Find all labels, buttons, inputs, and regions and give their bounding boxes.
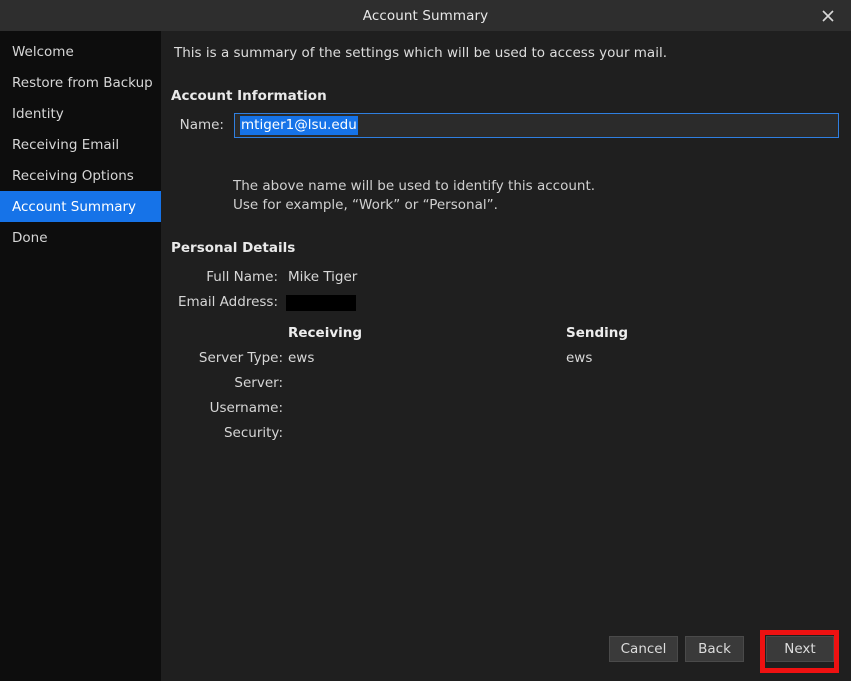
sidebar-item-label: Identity [12, 105, 64, 122]
email-address-label: Email Address: [177, 293, 278, 310]
sidebar-item-label: Receiving Options [12, 167, 134, 184]
server-type-sending: ews [566, 349, 593, 366]
sidebar-item-label: Receiving Email [12, 136, 120, 153]
account-name-hint-line2: Use for example, “Work” or “Personal”. [233, 197, 498, 213]
account-name-row: Name: mtiger1@lsu.edu [171, 111, 839, 139]
sidebar-item-done[interactable]: Done [0, 222, 161, 253]
email-address-value-wrap: @lsu.edu [286, 294, 356, 311]
sidebar-item-receiving-email[interactable]: Receiving Email [0, 129, 161, 160]
personal-details-heading: Personal Details [171, 240, 296, 256]
security-label: Security: [223, 424, 283, 441]
title-bar: Account Summary [0, 0, 851, 31]
sidebar-item-welcome[interactable]: Welcome [0, 36, 161, 67]
sidebar-item-identity[interactable]: Identity [0, 98, 161, 129]
sidebar-item-label: Welcome [12, 43, 74, 60]
account-information-heading: Account Information [171, 88, 327, 104]
full-name-value: Mike Tiger [288, 268, 358, 285]
table-row: Server Type: ews ews [161, 345, 593, 370]
table-row: Server: [161, 370, 566, 395]
table-row: Security: [161, 420, 566, 445]
dialog-button-bar: Cancel Back Next [161, 630, 851, 681]
intro-text: This is a summary of the settings which … [174, 45, 668, 61]
full-name-row: Full Name: Mike Tiger [161, 264, 357, 289]
full-name-label: Full Name: [206, 268, 278, 285]
server-table-header: Receiving Sending [161, 320, 628, 345]
account-name-value: mtiger1@lsu.edu [240, 115, 358, 135]
account-name-input[interactable]: mtiger1@lsu.edu [234, 112, 839, 138]
username-label: Username: [209, 399, 283, 416]
server-type-receiving: ews [288, 349, 315, 366]
redaction-bar [286, 294, 356, 311]
back-button[interactable]: Back [685, 636, 744, 662]
sidebar-item-label: Account Summary [12, 198, 137, 215]
account-wizard-window: Account Summary Welcome Restore from Bac… [0, 0, 851, 681]
window-title: Account Summary [362, 7, 489, 24]
account-name-hint-line1: The above name will be used to identify … [233, 178, 596, 194]
next-button[interactable]: Next [766, 636, 834, 662]
table-row: Username: [161, 395, 566, 420]
cancel-button[interactable]: Cancel [609, 636, 678, 662]
sidebar-item-label: Restore from Backup [12, 74, 153, 91]
column-header-sending: Sending [566, 324, 629, 341]
sidebar-item-receiving-options[interactable]: Receiving Options [0, 160, 161, 191]
sidebar-item-label: Done [12, 229, 48, 246]
sidebar-item-account-summary[interactable]: Account Summary [0, 191, 161, 222]
server-type-label: Server Type: [198, 349, 283, 366]
main-content: This is a summary of the settings which … [161, 31, 851, 681]
sidebar-item-restore-from-backup[interactable]: Restore from Backup [0, 67, 161, 98]
close-icon[interactable] [805, 0, 851, 31]
wizard-steps-sidebar: Welcome Restore from Backup Identity Rec… [0, 31, 161, 681]
email-address-row: Email Address: @lsu.edu [161, 289, 356, 314]
column-header-receiving: Receiving [288, 324, 363, 341]
account-name-label: Name: [179, 117, 224, 133]
server-label: Server: [234, 374, 283, 391]
